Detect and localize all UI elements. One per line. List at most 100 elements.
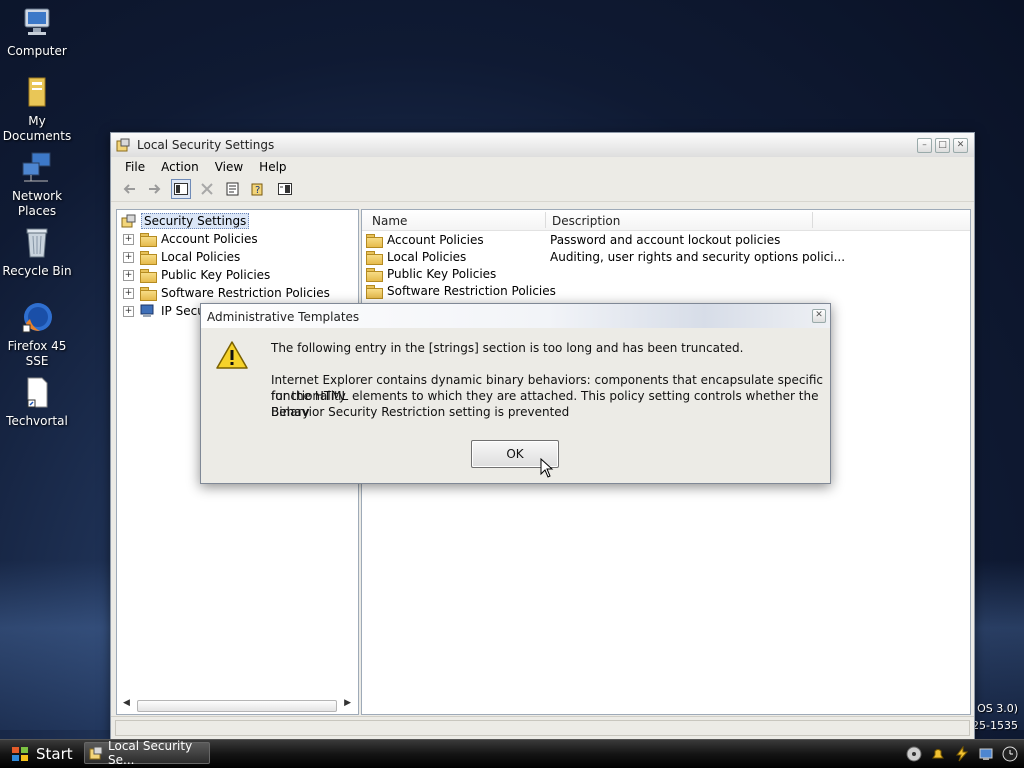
taskbar: Start Local Security Se...: [0, 739, 1024, 768]
expand-plus-icon[interactable]: +: [123, 287, 134, 299]
taskbar-item-local-security-settings[interactable]: Local Security Se...: [84, 739, 210, 767]
list-item-name: Account Policies: [387, 232, 484, 247]
tree-item-label: Local Policies: [161, 250, 241, 264]
forward-arrow-icon[interactable]: [145, 179, 165, 199]
column-divider[interactable]: [545, 212, 546, 228]
expand-plus-icon[interactable]: +: [123, 251, 134, 263]
desktop-icon-techvortal[interactable]: Techvortal: [0, 376, 74, 429]
computer-icon: [20, 6, 54, 40]
export-list-icon[interactable]: [275, 179, 295, 199]
desktop-icon-label: Techvortal: [6, 414, 68, 428]
desktop-icon-my-documents[interactable]: My Documents: [0, 76, 74, 144]
lock-folder-icon: [366, 233, 383, 248]
list-item[interactable]: Local Policies: [366, 248, 466, 265]
desktop-icon-firefox[interactable]: Firefox 45 SSE: [0, 301, 74, 369]
desktop-icon-label: Network Places: [11, 189, 63, 218]
list-item-name: Public Key Policies: [387, 266, 497, 281]
list-item[interactable]: Software Restriction Policies: [366, 282, 556, 299]
maximize-button[interactable]: □: [935, 138, 950, 153]
column-header-name[interactable]: Name: [372, 214, 407, 228]
firefox-icon: [20, 301, 54, 335]
tree-root-label: Security Settings: [141, 213, 250, 229]
network-status-icon[interactable]: [978, 746, 994, 762]
list-item[interactable]: Account Policies: [366, 231, 484, 248]
dialog-close-button[interactable]: ✕: [812, 309, 826, 323]
tree-item-public-key-policies[interactable]: + Public Key Policies: [123, 266, 270, 284]
lock-folder-icon: [140, 251, 157, 265]
back-arrow-icon[interactable]: [119, 179, 139, 199]
menu-file[interactable]: File: [117, 160, 153, 174]
taskbar-item-label: Local Security Se...: [108, 739, 193, 767]
tree-item-label: Account Policies: [161, 232, 258, 246]
desktop-icon-computer[interactable]: Computer: [0, 6, 74, 59]
list-header: Name Description: [362, 210, 970, 231]
dialog-message-line: The following entry in the [strings] sec…: [271, 341, 744, 355]
expand-plus-icon[interactable]: +: [123, 305, 134, 317]
window-titlebar[interactable]: Local Security Settings – □ ✕: [111, 133, 974, 157]
warning-icon: [216, 340, 248, 373]
power-lightning-icon[interactable]: [954, 745, 970, 762]
tree-item-ip-security[interactable]: + IP Secur: [123, 302, 210, 320]
desktop-icon-label: Computer: [7, 44, 67, 58]
expand-plus-icon[interactable]: +: [123, 233, 134, 245]
list-item-name: Software Restriction Policies: [387, 283, 556, 298]
properties-icon[interactable]: [223, 179, 243, 199]
status-bar-panel: [115, 720, 970, 736]
list-item-description: Password and account lockout policies: [550, 232, 781, 247]
minimize-button[interactable]: –: [917, 138, 932, 153]
clock-icon[interactable]: [1002, 746, 1018, 762]
shortcut-file-icon: [20, 376, 54, 410]
delete-icon[interactable]: [197, 179, 217, 199]
menu-view[interactable]: View: [207, 160, 251, 174]
list-item[interactable]: Public Key Policies: [366, 265, 496, 282]
start-label: Start: [36, 745, 73, 763]
menu-help[interactable]: Help: [251, 160, 294, 174]
tree-item-software-restriction-policies[interactable]: + Software Restriction Policies: [123, 284, 330, 302]
column-header-description[interactable]: Description: [552, 214, 620, 228]
cd-drive-icon[interactable]: [906, 746, 922, 762]
list-item-description: Auditing, user rights and security optio…: [550, 249, 846, 264]
tree-item-local-policies[interactable]: + Local Policies: [123, 248, 240, 266]
scroll-left-arrow-icon[interactable]: ◀: [123, 698, 130, 708]
menu-bar: File Action View Help: [111, 157, 974, 177]
dialog-message-line: Behavior Security Restriction setting is…: [271, 405, 570, 419]
show-hide-tree-icon[interactable]: [171, 179, 191, 199]
tree-root-security-settings[interactable]: Security Settings: [121, 212, 250, 230]
desktop-icon-label: My Documents: [2, 114, 72, 143]
desktop-icon-recycle-bin[interactable]: Recycle Bin: [0, 226, 74, 279]
security-settings-app-icon: [89, 746, 103, 760]
start-button[interactable]: Start: [2, 742, 76, 766]
security-settings-app-icon: [116, 138, 130, 152]
close-button[interactable]: ✕: [953, 138, 968, 153]
tree-item-label: Public Key Policies: [161, 268, 271, 282]
desktop-icon-network-places[interactable]: Network Places: [0, 151, 74, 219]
folder-icon: [140, 287, 157, 301]
network-icon: [20, 151, 54, 185]
list-item-name: Local Policies: [387, 249, 467, 264]
desktop-icon-label: Recycle Bin: [2, 264, 72, 278]
folder-icon: [140, 269, 157, 283]
toolbar: ?: [111, 177, 974, 202]
dialog-titlebar[interactable]: Administrative Templates ✕: [201, 304, 830, 328]
notification-bell-icon[interactable]: [930, 746, 946, 762]
lock-folder-icon: [140, 233, 157, 247]
dialog-title: Administrative Templates: [207, 310, 360, 324]
window-title: Local Security Settings: [137, 138, 275, 152]
column-divider[interactable]: [812, 212, 813, 228]
menu-action[interactable]: Action: [153, 160, 207, 174]
windows-logo-icon: [10, 744, 30, 764]
expand-plus-icon[interactable]: +: [123, 269, 134, 281]
security-settings-icon: [121, 214, 137, 228]
administrative-templates-dialog: Administrative Templates ✕ The following…: [200, 303, 831, 484]
folder-icon: [366, 267, 383, 282]
system-tray: [906, 742, 1024, 766]
documents-folder-icon: [20, 76, 54, 110]
scroll-right-arrow-icon[interactable]: ▶: [344, 698, 351, 708]
horizontal-scrollbar[interactable]: ◀ ▶: [121, 698, 353, 712]
recycle-bin-icon: [20, 226, 54, 260]
scrollbar-thumb[interactable]: [137, 700, 337, 712]
tree-item-account-policies[interactable]: + Account Policies: [123, 230, 258, 248]
help-icon[interactable]: ?: [249, 179, 269, 199]
lock-folder-icon: [366, 250, 383, 265]
tree-item-label: Software Restriction Policies: [161, 286, 330, 300]
